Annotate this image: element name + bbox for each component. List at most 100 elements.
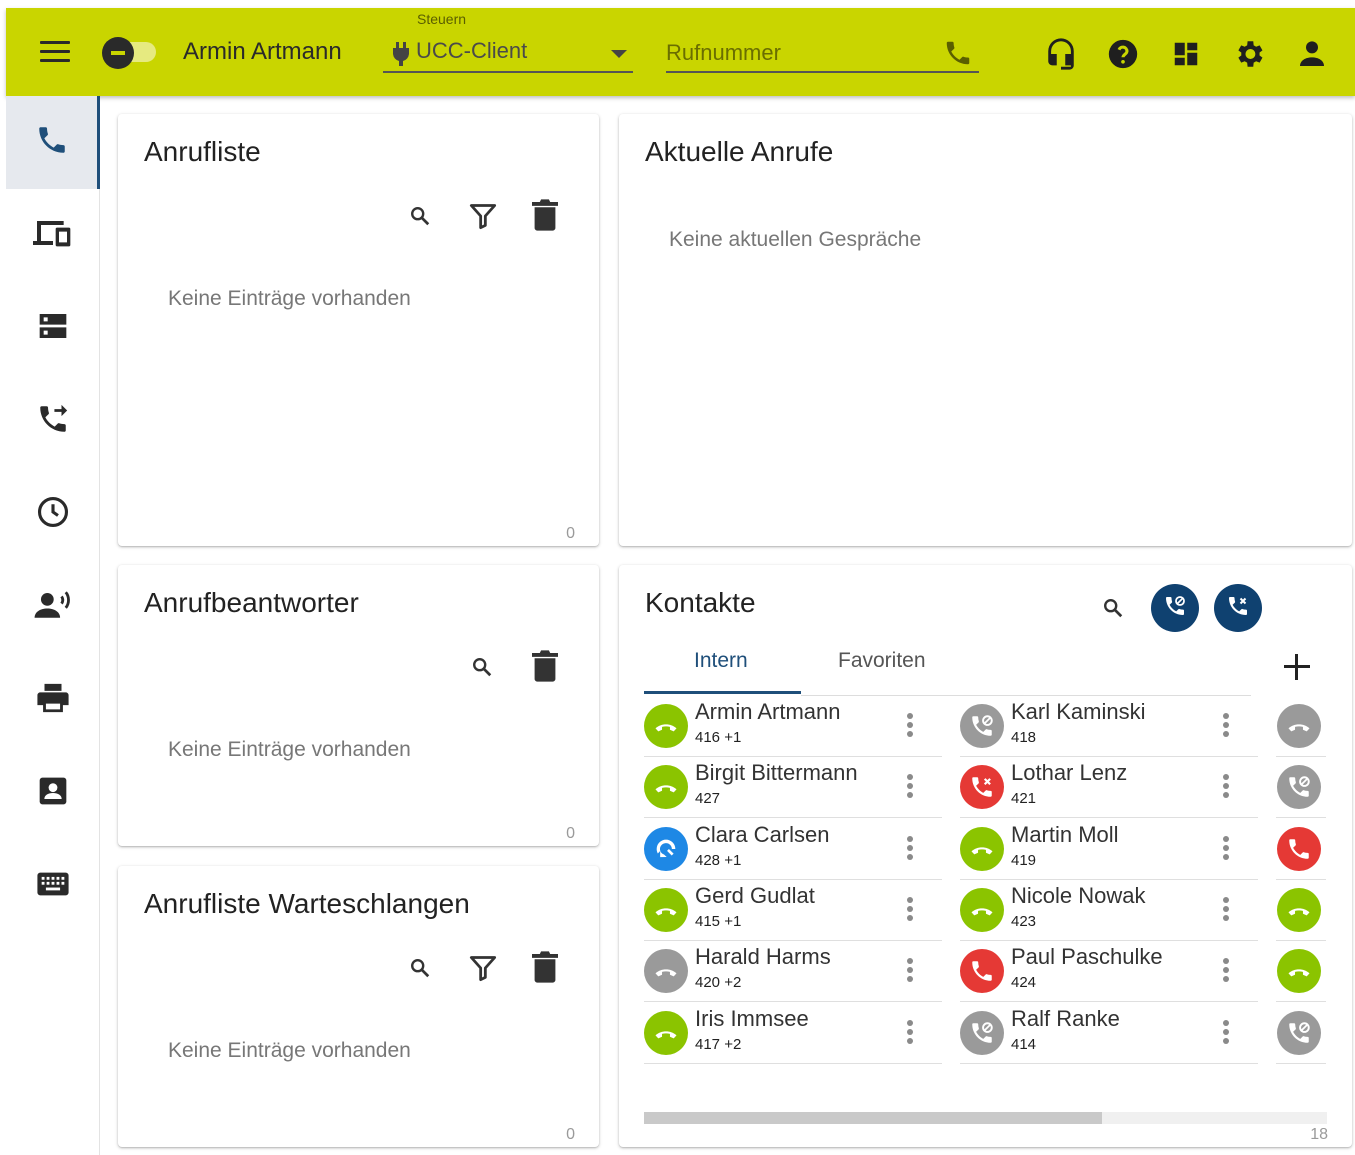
contact-row[interactable]: Harald Harms 420 +2 [644,941,942,1003]
delete-icon[interactable] [528,649,562,683]
presence-offline-icon[interactable] [1277,704,1321,748]
contact-row[interactable]: Gerd Gudlat 415 +1 [644,880,942,941]
contact-row-partial[interactable] [1276,757,1326,819]
presence-dnd-offline-icon[interactable] [960,1010,1004,1055]
more-vert-icon[interactable] [902,896,918,925]
horizontal-scrollbar[interactable] [644,1112,1327,1124]
contacts-count: 18 [1310,1126,1328,1143]
contact-name: Birgit Bittermann [695,760,858,786]
dashboard-icon[interactable] [1168,36,1204,72]
call-missed-filter-button[interactable] [1214,584,1262,632]
phone-number-field[interactable] [666,35,979,73]
account-icon[interactable] [1294,36,1330,72]
phone-number-input[interactable] [666,37,926,69]
presence-toggle[interactable] [102,37,160,69]
control-device-select[interactable]: UCC-Client [383,35,633,73]
help-icon[interactable] [1105,36,1141,72]
contact-row[interactable]: Birgit Bittermann 427 [644,757,942,819]
presence-available-icon[interactable] [644,704,688,748]
contact-row[interactable]: Martin Moll 419 [960,819,1258,880]
contact-extension: 419 [1011,851,1037,869]
menu-icon[interactable] [40,41,70,63]
contact-name: Iris Immsee [695,1005,809,1031]
phone-missed-icon [1226,594,1250,623]
nav-call-forward[interactable] [6,375,100,468]
delete-icon[interactable] [528,950,562,984]
presence-busy-icon[interactable] [960,949,1004,994]
contact-row-partial[interactable] [1276,1003,1326,1064]
settings-icon[interactable] [1231,36,1267,72]
nav-server[interactable] [6,282,100,375]
voicemail-icon [34,588,72,627]
presence-available-icon[interactable] [960,826,1004,871]
nav-print[interactable] [6,654,100,747]
tab-favoriten[interactable]: Favoriten [838,649,926,673]
nav-history[interactable] [6,468,100,561]
presence-busy-icon[interactable] [1277,826,1321,871]
nav-phone[interactable] [6,96,100,189]
contact-row[interactable]: Nicole Nowak 423 [960,880,1258,941]
more-vert-icon[interactable] [902,835,918,864]
contact-row[interactable]: Paul Paschulke 424 [960,941,1258,1003]
contact-extension: 428 +1 [695,851,742,869]
contact-row[interactable]: Armin Artmann 416 +1 [644,696,942,757]
top-app-bar: Armin Artmann Steuern UCC-Client [6,8,1355,96]
presence-dnd-offline-icon[interactable] [960,704,1004,748]
contacts-card: Kontakte Intern Favoriten Armin Artmann 4… [619,565,1352,1147]
contact-row[interactable]: Lothar Lenz 421 [960,757,1258,819]
search-icon[interactable] [403,199,437,233]
contact-row-partial[interactable] [1276,941,1326,1003]
more-vert-icon[interactable] [1218,896,1234,925]
contact-row[interactable]: Iris Immsee 417 +2 [644,1003,942,1064]
presence-available-icon[interactable] [960,887,1004,932]
more-vert-icon[interactable] [902,713,918,741]
search-icon[interactable] [1096,591,1130,625]
presence-dnd-offline-icon[interactable] [1277,1010,1321,1055]
presence-available-icon[interactable] [644,887,688,932]
contact-extension: 418 [1011,729,1037,746]
contact-row-partial[interactable] [1276,819,1326,880]
nav-devices[interactable] [6,189,100,282]
call-status-filter-button[interactable] [1151,584,1199,632]
more-vert-icon[interactable] [1218,713,1234,741]
presence-available-icon[interactable] [644,765,688,810]
more-vert-icon[interactable] [902,774,918,802]
contact-name: Martin Moll [1011,821,1119,847]
control-device-value: UCC-Client [416,38,528,63]
contact-extension: 423 [1011,912,1037,930]
presence-offline-icon[interactable] [644,949,688,994]
tab-intern[interactable]: Intern [694,649,748,673]
more-vert-icon[interactable] [1218,1019,1234,1048]
search-icon[interactable] [403,951,437,985]
contact-row-partial[interactable] [1276,880,1326,941]
presence-callback-icon[interactable] [644,826,688,871]
headset-icon[interactable] [1043,36,1079,72]
clock-icon [36,495,70,534]
contact-row[interactable]: Clara Carlsen 428 +1 [644,819,942,880]
contact-row[interactable]: Ralf Ranke 414 [960,1003,1258,1064]
presence-busy-missed-icon[interactable] [960,765,1004,810]
scrollbar-thumb[interactable] [644,1112,1102,1124]
contact-row-partial[interactable] [1276,696,1326,757]
more-vert-icon[interactable] [902,1019,918,1048]
more-vert-icon[interactable] [1218,835,1234,864]
more-vert-icon[interactable] [1218,958,1234,986]
card-title: Anrufliste Warteschlangen [144,888,470,919]
nav-voicemail[interactable] [6,561,100,654]
presence-available-icon[interactable] [644,1010,688,1055]
nav-contacts[interactable] [6,747,100,840]
filter-icon[interactable] [466,951,500,985]
presence-available-icon[interactable] [1277,949,1321,994]
more-vert-icon[interactable] [902,958,918,986]
contact-name: Gerd Gudlat [695,882,815,908]
more-vert-icon[interactable] [1218,774,1234,802]
nav-keyboard[interactable] [6,840,100,933]
filter-icon[interactable] [466,199,500,233]
presence-available-icon[interactable] [1277,887,1321,932]
dial-phone-icon[interactable] [943,38,973,73]
delete-icon[interactable] [528,198,562,232]
contact-row[interactable]: Karl Kaminski 418 [960,696,1258,757]
add-contact-button[interactable] [1282,652,1312,682]
presence-dnd-offline-icon[interactable] [1277,765,1321,810]
search-icon[interactable] [465,650,499,684]
